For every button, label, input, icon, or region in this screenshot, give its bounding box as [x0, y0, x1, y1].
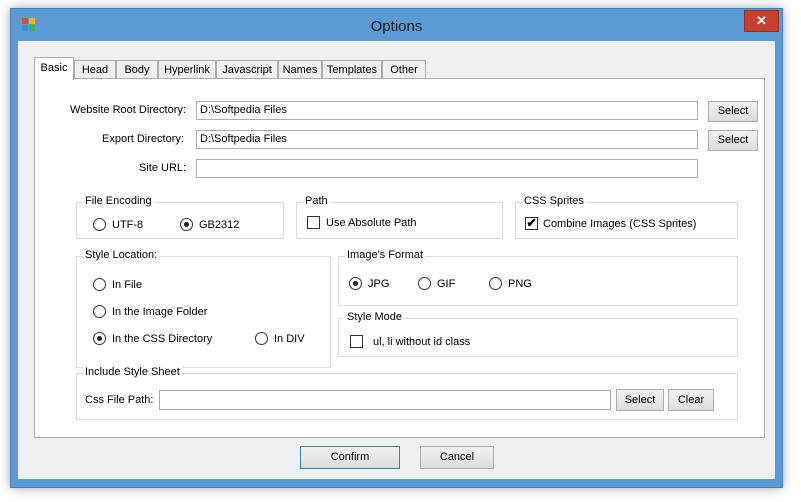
- gb2312-radio[interactable]: [180, 218, 193, 231]
- utf8-label: UTF-8: [112, 219, 144, 231]
- style-mode-group: Style Mode ul, li without id class: [338, 311, 738, 357]
- jpg-label: JPG: [368, 278, 390, 290]
- basic-tab-panel: Website Root Directory: D:\Softpedia Fil…: [34, 78, 765, 438]
- site-url-label: Site URL:: [139, 162, 187, 174]
- export-dir-label: Export Directory:: [102, 133, 184, 145]
- website-root-label: Website Root Directory:: [70, 104, 186, 116]
- in-file-radio[interactable]: [93, 278, 106, 291]
- title-bar: Options ✕: [11, 9, 782, 41]
- in-div-radio[interactable]: [255, 332, 268, 345]
- site-url-input[interactable]: [196, 159, 698, 178]
- tab-head[interactable]: Head: [74, 60, 116, 79]
- combine-images-label: Combine Images (CSS Sprites): [543, 218, 697, 230]
- ul-li-without-id-class-checkbox[interactable]: [350, 335, 363, 348]
- include-stylesheet-title: Include Style Sheet: [83, 366, 182, 378]
- use-absolute-path-label: Use Absolute Path: [326, 217, 417, 229]
- css-file-path-input[interactable]: [159, 390, 611, 410]
- cancel-button[interactable]: Cancel: [420, 446, 494, 469]
- path-title: Path: [303, 195, 330, 207]
- include-stylesheet-group: Include Style Sheet Css File Path: Selec…: [76, 366, 738, 420]
- image-format-title: Image's Format: [345, 249, 426, 261]
- gif-label: GIF: [437, 278, 456, 290]
- in-div-label: In DIV: [274, 333, 305, 345]
- use-absolute-path-checkbox[interactable]: [307, 216, 320, 229]
- image-format-group: Image's Format JPG GIF PNG: [338, 249, 738, 306]
- in-css-directory-label: In the CSS Directory: [112, 333, 213, 345]
- combine-images-checkbox[interactable]: ✔: [525, 217, 538, 230]
- css-file-select-button[interactable]: Select: [616, 389, 664, 411]
- css-sprites-title: CSS Sprites: [522, 195, 586, 207]
- css-file-path-label: Css File Path:: [85, 394, 154, 406]
- dialog-body: Basic Head Body Hyperlink Javascript Nam…: [18, 41, 775, 479]
- export-dir-select-button[interactable]: Select: [708, 130, 758, 151]
- in-image-folder-label: In the Image Folder: [112, 306, 208, 318]
- confirm-button[interactable]: Confirm: [300, 446, 400, 469]
- tab-hyperlink[interactable]: Hyperlink: [158, 60, 216, 79]
- in-css-directory-radio[interactable]: [93, 332, 106, 345]
- window-title: Options: [370, 18, 423, 35]
- tab-body[interactable]: Body: [116, 60, 158, 79]
- tab-other[interactable]: Other: [382, 60, 426, 79]
- path-group: Path Use Absolute Path: [296, 195, 503, 239]
- utf8-radio[interactable]: [93, 218, 106, 231]
- website-root-input[interactable]: D:\Softpedia Files: [196, 101, 698, 120]
- file-encoding-group: File Encoding UTF-8 GB2312: [76, 195, 284, 239]
- png-radio[interactable]: [489, 277, 502, 290]
- export-dir-input[interactable]: D:\Softpedia Files: [196, 130, 698, 149]
- options-window: Options ✕ Basic Head Body Hyperlink Java…: [10, 8, 783, 488]
- gb2312-label: GB2312: [199, 219, 240, 231]
- in-file-label: In File: [112, 279, 142, 291]
- png-label: PNG: [508, 278, 532, 290]
- jpg-radio[interactable]: [349, 277, 362, 290]
- tab-javascript[interactable]: Javascript: [216, 60, 278, 79]
- style-mode-title: Style Mode: [345, 311, 405, 323]
- tab-basic[interactable]: Basic: [34, 57, 74, 80]
- css-file-clear-button[interactable]: Clear: [668, 389, 714, 411]
- style-location-group: Style Location: In File In the Image Fol…: [76, 249, 331, 368]
- website-root-select-button[interactable]: Select: [708, 101, 758, 122]
- css-sprites-group: CSS Sprites ✔ Combine Images (CSS Sprite…: [515, 195, 738, 239]
- in-image-folder-radio[interactable]: [93, 305, 106, 318]
- ul-li-without-id-class-label: ul, li without id class: [373, 336, 471, 348]
- gif-radio[interactable]: [418, 277, 431, 290]
- tab-names[interactable]: Names: [278, 60, 322, 79]
- style-location-title: Style Location:: [83, 249, 160, 261]
- tab-templates[interactable]: Templates: [322, 60, 382, 79]
- file-encoding-title: File Encoding: [83, 195, 154, 207]
- close-button[interactable]: ✕: [744, 10, 779, 32]
